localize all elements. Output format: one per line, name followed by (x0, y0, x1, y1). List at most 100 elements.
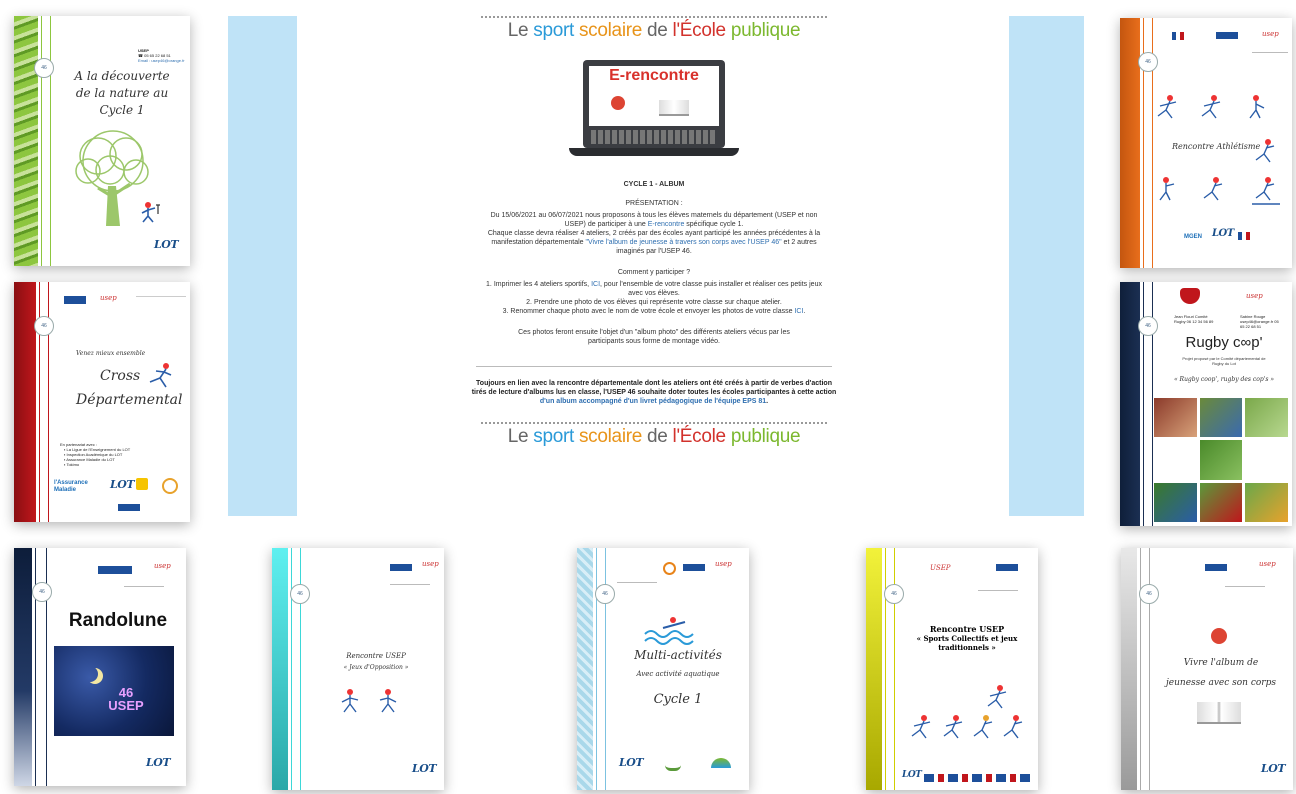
how-to-title: Comment y participer ? (617, 269, 691, 276)
right-blue-panel (1009, 16, 1084, 516)
wrestlers-icon (341, 689, 397, 713)
contact-right: Sabine Rouge usep46@orange.fr 05 65 22 6… (1240, 314, 1279, 329)
photo-8 (1199, 482, 1243, 522)
usep46-badge: 46 (884, 584, 904, 604)
cover-sub2: Rugby du Lot (1212, 361, 1236, 366)
cover-line2: Avec activité aquatique (636, 670, 720, 678)
mascot-icon (1211, 628, 1227, 644)
photo-6 (1245, 440, 1288, 480)
contact-block (390, 584, 430, 593)
usep-logo: usep (1246, 292, 1263, 300)
erencontre-link[interactable]: E-rencontre (648, 221, 685, 228)
ligue-logo (683, 564, 705, 571)
cover-nature-card[interactable]: 46 USEP ☎ 05 65 22 68 51 Email : usep46@… (14, 16, 190, 266)
cover-title-line1: Cross (100, 368, 141, 384)
lightblue-stripe (577, 548, 593, 790)
cover-cross-card[interactable]: 46 usep Venez mieux ensemble Cross Dépar… (14, 282, 190, 522)
photo-1 (1154, 398, 1197, 438)
step-1: 1. Imprimer les 4 ateliers sportifs, ICI… (486, 281, 822, 297)
usep-logo: usep (715, 560, 732, 568)
cover-line2: « Jeux d'Opposition » (343, 664, 409, 671)
usep46-badge: 46 (1138, 52, 1158, 72)
rugby-lot-logo (1180, 288, 1200, 304)
usep-logo: usep (1259, 560, 1276, 568)
contact-block (617, 582, 657, 591)
ligue-logo (64, 296, 86, 304)
orange-stripe (1120, 18, 1140, 268)
stripe-lines (41, 16, 51, 266)
flag-logo (1172, 32, 1184, 40)
wave-logo (711, 758, 731, 768)
usep46-badge: 46 (32, 582, 52, 602)
cover-jeux-opposition-card[interactable]: 46 usep Rencontre USEP « Jeux d'Oppositi… (272, 548, 444, 790)
partner-4: ▪ Tokimo (64, 462, 80, 467)
tokimo-logo (136, 478, 148, 490)
ligue-logo (1205, 564, 1227, 571)
lot-logo: LOT (154, 238, 179, 251)
presentation-title: PRÉSENTATION : (625, 200, 683, 207)
cover-title: A la découverte de la nature au Cycle 1 (74, 69, 170, 117)
lot-logo: LOT (146, 756, 171, 769)
cover-sports-collectifs-card[interactable]: 46 USEP Rencontre USEP « Sports Collecti… (866, 548, 1038, 790)
laptop-base (569, 148, 739, 156)
cover-line2: jeunesse avec son corps (1166, 678, 1276, 688)
photo-2 (1199, 398, 1243, 438)
usep-logo: usep (100, 294, 117, 302)
contact-block (124, 586, 164, 595)
ligue-logo (98, 566, 132, 574)
medal-logo (162, 478, 178, 494)
livret-pedagogique-link[interactable]: d'un album accompagné d'un livret pédago… (540, 398, 766, 405)
erencontre-announcement: Le sport scolaire de l'École publique E-… (470, 10, 838, 520)
keyboard-icon (591, 130, 717, 144)
night-stripe (14, 548, 32, 786)
cover-line2: « Sports Collectifs et jeux traditionnel… (916, 634, 1018, 652)
photo-3 (1245, 398, 1288, 438)
contact-phone (136, 296, 186, 307)
contact-block (1252, 52, 1288, 61)
usep46-badge: 46 (1139, 584, 1159, 604)
navy-stripe (1120, 282, 1140, 526)
laptop-screen: E-rencontre (583, 60, 725, 148)
yellow-stripe (866, 548, 882, 790)
contact-block (978, 590, 1018, 599)
cover-slogan: « Rugby coop', rugby des cop's » (1173, 376, 1275, 383)
photo-7 (1154, 482, 1197, 522)
mascot-icon (611, 96, 625, 110)
usep46-badge: 46 (34, 58, 54, 78)
cover-rugby-card[interactable]: 46 usep Jean Flouri Comité Rugby 06 12 3… (1120, 282, 1292, 526)
cover-randolune-card[interactable]: 46 usep Randolune 46 USEP LOT (14, 548, 186, 786)
laptop-illustration: E-rencontre (569, 60, 739, 170)
cover-title-line2: Départemental (76, 392, 183, 408)
album-jeunesse-link[interactable]: "Vivre l'album de jeunesse à travers son… (586, 239, 782, 246)
lot-logo: LOT (902, 770, 922, 780)
photo-4 (1154, 440, 1197, 480)
team-players-icon (911, 685, 1023, 739)
bottom-paragraph: Toujours en lien avec la rencontre dépar… (471, 380, 837, 405)
screen-content: E-rencontre (589, 66, 719, 126)
lot-logo: LOT (1261, 762, 1286, 775)
grey-stripe (1121, 548, 1137, 790)
cover-athletisme-card[interactable]: 46 usep Rencontre Athlétisme MGEN LOT (1120, 18, 1292, 268)
cover-title: Rugby c∞p' (1185, 334, 1263, 351)
brand-header: Le sport scolaire de l'École publique (507, 20, 801, 41)
bottom-dotted-rule (481, 422, 827, 424)
flag-logo-bottom (1238, 232, 1250, 240)
assurance-maladie-logo: l'Assurance Maladie (54, 480, 88, 493)
cover-multi-activites-card[interactable]: 46 usep Multi-activités Avec activité aq… (577, 548, 749, 790)
child-runner-icon (141, 202, 160, 223)
boat-logo (665, 760, 681, 771)
photo-album-paragraph: Ces photos feront ensuite l'objet d'un "… (518, 329, 790, 345)
section-divider (476, 366, 832, 367)
cover-line1: Multi-activités (634, 648, 722, 662)
cover-title: Rencontre Athlétisme (1172, 142, 1261, 151)
cover-line1: Rencontre USEP (346, 652, 406, 660)
cyan-stripe (272, 548, 288, 790)
ateliers-ici-link[interactable]: ICI (591, 281, 600, 288)
usep46-badge: 46 (34, 316, 54, 336)
ligue-logo (996, 564, 1018, 571)
brand-footer: Le sport scolaire de l'École publique (507, 426, 801, 447)
usep46-badge: 46 (290, 584, 310, 604)
open-book-icon (1197, 702, 1241, 724)
cover-vivre-album-card[interactable]: 46 usep Vivre l'album de jeunesse avec s… (1121, 548, 1293, 790)
contact-email: Email : usep46@orange.fr (138, 58, 185, 63)
